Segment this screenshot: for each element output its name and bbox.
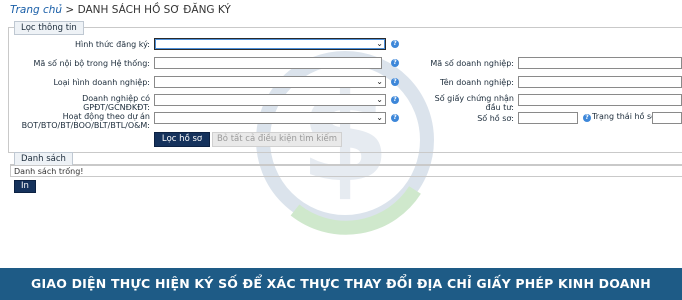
file-status-label: Trạng thái hồ sơ: bbox=[592, 112, 659, 121]
help-icon[interactable]: ? bbox=[391, 40, 399, 48]
project-activity-label: Hoạt động theo dự án BOT/BTO/BT/BOO/BLT/… bbox=[21, 112, 150, 130]
footer-caption: GIAO DIỆN THỰC HIỆN KÝ SỐ ĐỂ XÁC THỰC TH… bbox=[0, 268, 682, 300]
file-status-select[interactable] bbox=[652, 112, 682, 124]
certificate-number-input[interactable] bbox=[518, 94, 682, 106]
breadcrumb: Trang chủ > DANH SÁCH HỒ SƠ ĐĂNG KÝ bbox=[10, 4, 231, 16]
enterprise-code-input[interactable] bbox=[518, 57, 682, 69]
certificate-number-label: Số giấy chứng nhận đầu tư: bbox=[434, 94, 514, 112]
has-license-select[interactable]: ⌄ bbox=[154, 94, 386, 106]
breadcrumb-separator: > bbox=[62, 4, 78, 16]
internal-code-label: Mã số nội bộ trong Hệ thống: bbox=[33, 59, 150, 68]
print-button[interactable]: In bbox=[14, 180, 36, 193]
list-panel bbox=[10, 153, 682, 165]
help-icon[interactable]: ? bbox=[391, 78, 399, 86]
breadcrumb-current: DANH SÁCH HỒ SƠ ĐĂNG KÝ bbox=[77, 4, 231, 16]
list-legend: Danh sách bbox=[14, 152, 73, 166]
filter-files-button[interactable]: Lọc hồ sơ bbox=[154, 132, 210, 147]
file-number-input[interactable] bbox=[518, 112, 578, 124]
chevron-down-icon: ⌄ bbox=[376, 39, 383, 48]
help-icon[interactable]: ? bbox=[391, 96, 399, 104]
breadcrumb-home-link[interactable]: Trang chủ bbox=[10, 4, 62, 16]
chevron-down-icon: ⌄ bbox=[376, 95, 383, 104]
registration-form-label: Hình thức đăng ký: bbox=[74, 40, 150, 49]
enterprise-name-input[interactable] bbox=[518, 76, 682, 88]
project-activity-select[interactable]: ⌄ bbox=[154, 112, 386, 124]
help-icon[interactable]: ? bbox=[583, 114, 591, 122]
chevron-down-icon: ⌄ bbox=[376, 113, 383, 122]
enterprise-code-label: Mã số doanh nghiệp: bbox=[430, 59, 514, 68]
has-license-label: Doanh nghiệp có GPĐT/GCNĐKĐT: bbox=[82, 94, 150, 112]
internal-code-input[interactable] bbox=[154, 57, 382, 69]
business-type-label: Loại hình doanh nghiệp: bbox=[53, 78, 150, 87]
file-number-label: Số hồ sơ: bbox=[477, 114, 514, 123]
registration-form-select[interactable]: ⌄ bbox=[154, 38, 386, 50]
enterprise-name-label: Tên doanh nghiệp: bbox=[440, 78, 514, 87]
help-icon[interactable]: ? bbox=[391, 59, 399, 67]
help-icon[interactable]: ? bbox=[391, 114, 399, 122]
filter-legend: Lọc thông tin bbox=[14, 21, 84, 35]
empty-list-message: Danh sách trống! bbox=[10, 165, 682, 177]
business-type-select[interactable]: ⌄ bbox=[154, 76, 386, 88]
chevron-down-icon: ⌄ bbox=[376, 77, 383, 86]
clear-all-conditions-button[interactable]: Bỏ tất cả điều kiện tìm kiếm bbox=[212, 132, 342, 147]
